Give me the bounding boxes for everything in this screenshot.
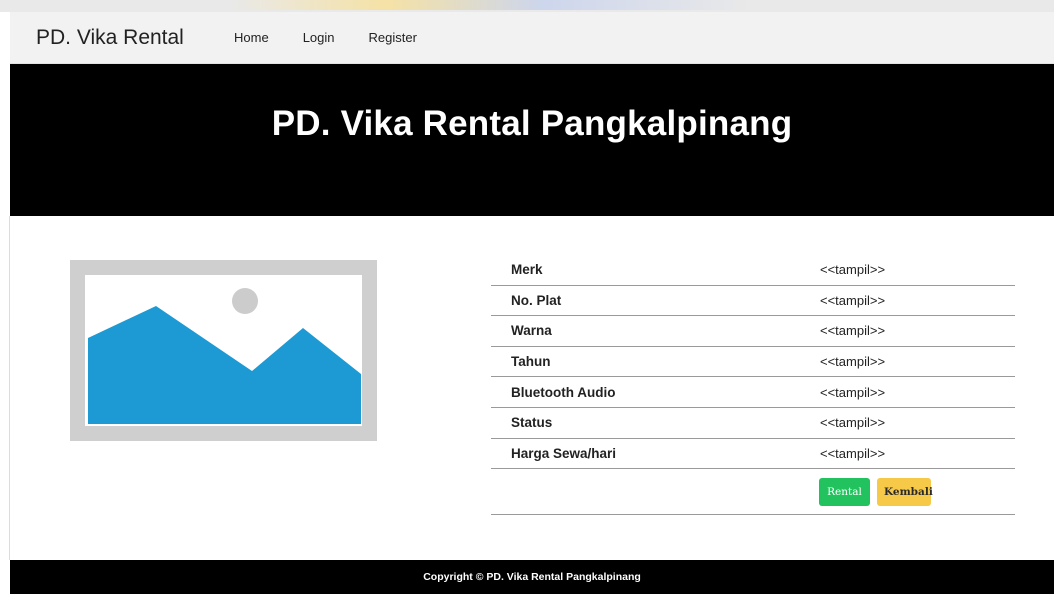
spec-value: <<tampil>> (820, 292, 886, 308)
image-mountain-shape (88, 306, 361, 424)
action-row: Rental Kembali (491, 469, 1015, 516)
top-strip-glow (230, 0, 750, 10)
image-sun-shape (232, 288, 258, 314)
table-row: Tahun <<tampil>> (491, 347, 1015, 378)
table-row: Status <<tampil>> (491, 408, 1015, 439)
rental-button[interactable]: Rental (819, 477, 870, 506)
navbar: PD. Vika Rental Home Login Register (10, 12, 1054, 64)
spec-label: Harga Sewa/hari (511, 445, 617, 461)
nav-link-register[interactable]: Register (369, 30, 417, 45)
spec-label: Status (511, 415, 553, 431)
table-row: No. Plat <<tampil>> (491, 286, 1015, 317)
hero-title: PD. Vika Rental Pangkalpinang (271, 104, 793, 143)
spec-value: <<tampil>> (820, 415, 886, 431)
car-image-placeholder (70, 260, 377, 441)
spec-value: <<tampil>> (820, 445, 886, 461)
spec-label: No. Plat (511, 292, 562, 308)
spec-value: <<tampil>> (820, 384, 886, 400)
spec-label: Merk (511, 262, 543, 278)
nav-link-login[interactable]: Login (303, 30, 335, 45)
navbar-brand[interactable]: PD. Vika Rental (36, 26, 234, 50)
spec-value: <<tampil>> (820, 354, 886, 370)
image-placeholder-icon (85, 275, 362, 426)
spec-label: Tahun (511, 354, 551, 370)
spec-value: <<tampil>> (820, 323, 886, 339)
footer-copyright: Copyright © PD. Vika Rental Pangkalpinan… (423, 571, 641, 583)
table-row: Bluetooth Audio <<tampil>> (491, 377, 1015, 408)
table-row: Warna <<tampil>> (491, 316, 1015, 347)
table-row: Harga Sewa/hari <<tampil>> (491, 439, 1015, 470)
kembali-button[interactable]: Kembali (877, 477, 933, 506)
hero-banner: PD. Vika Rental Pangkalpinang (10, 64, 1054, 216)
left-border (9, 216, 10, 560)
car-detail-table: Merk <<tampil>> No. Plat <<tampil>> Warn… (491, 255, 1015, 516)
spec-value: <<tampil>> (820, 262, 886, 278)
table-row: Merk <<tampil>> (491, 255, 1015, 286)
footer: Copyright © PD. Vika Rental Pangkalpinan… (10, 560, 1054, 594)
spec-label: Warna (511, 323, 552, 339)
spec-label: Bluetooth Audio (511, 384, 616, 400)
nav-link-home[interactable]: Home (234, 30, 269, 45)
top-strip (0, 0, 1054, 12)
